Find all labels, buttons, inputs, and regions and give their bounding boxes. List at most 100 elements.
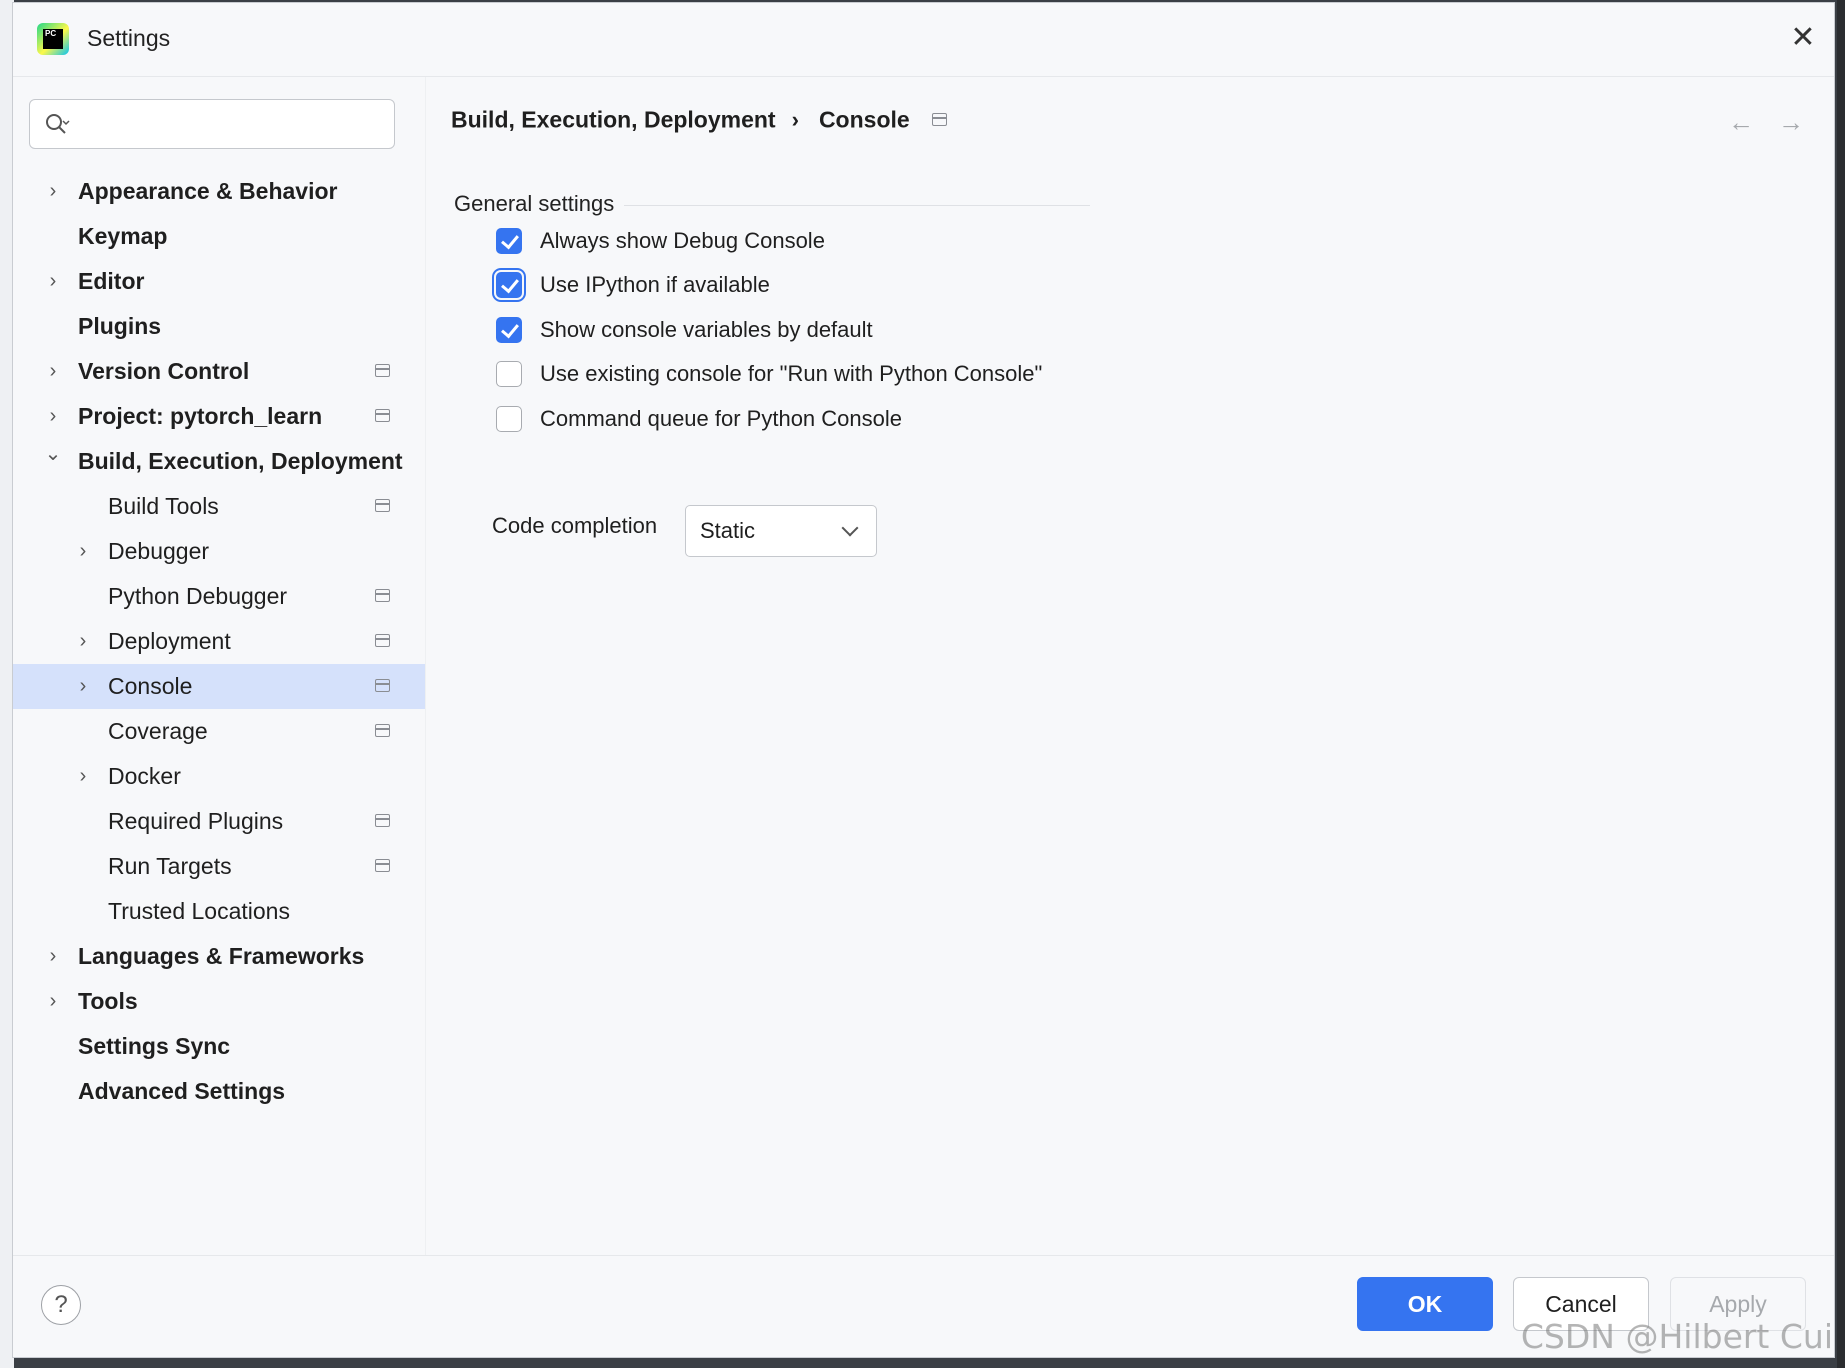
project-scope-icon — [931, 113, 947, 127]
tree-item[interactable]: › Docker — [13, 754, 425, 799]
tree-item-label: Docker — [108, 763, 181, 789]
tree-item[interactable]: Advanced Settings — [13, 1069, 425, 1114]
general-settings-title: General settings — [454, 191, 625, 217]
settings-sidebar: › Appearance & Behavior Keymap › Editor Plugi… — [13, 77, 425, 1255]
option-label[interactable]: Always show Debug Console — [540, 223, 825, 259]
code-completion-label: Code completion — [492, 513, 658, 538]
tree-item[interactable]: › Editor — [13, 259, 425, 304]
tree-item[interactable]: Build Tools — [13, 484, 425, 529]
breadcrumb-separator: › — [791, 106, 799, 132]
search-icon — [46, 114, 70, 134]
tree-item[interactable]: Run Targets — [13, 844, 425, 889]
tree-item[interactable]: › Debugger — [13, 529, 425, 574]
tree-item-label: Keymap — [78, 223, 168, 249]
chevron-right-icon[interactable]: › — [43, 394, 63, 439]
checkbox-checked[interactable] — [496, 317, 522, 343]
project-scope-icon — [375, 724, 390, 737]
tree-item-label: Project: pytorch_learn — [78, 403, 323, 429]
tree-item[interactable]: › Version Control — [13, 349, 425, 394]
chevron-down-icon — [841, 519, 859, 537]
tree-item-label: Run Targets — [108, 853, 232, 879]
project-scope-icon — [375, 814, 390, 827]
tree-item-label: Appearance & Behavior — [78, 178, 338, 204]
settings-tree: › Appearance & Behavior Keymap › Editor Plugi… — [13, 169, 425, 1114]
watermark-text: CSDN @Hilbert Cui — [1520, 1317, 1833, 1356]
option-label[interactable]: Use existing console for "Run with Pytho… — [540, 356, 1042, 392]
tree-item[interactable]: › Tools — [13, 979, 425, 1024]
tree-item-label: Deployment — [108, 628, 231, 654]
tree-item-label: Build Tools — [108, 493, 219, 519]
breadcrumb: Build, Execution, Deployment › Console — [451, 105, 947, 133]
help-icon[interactable]: ? — [41, 1285, 81, 1325]
chevron-right-icon[interactable]: › — [43, 349, 63, 394]
tree-item-label: Python Debugger — [108, 583, 288, 609]
project-scope-icon — [375, 634, 390, 647]
chevron-right-icon[interactable]: › — [43, 979, 63, 1024]
tree-item-label: Plugins — [78, 313, 162, 339]
settings-dialog: PC Settings ✕ › Appearance & Behavior Keym… — [12, 2, 1835, 1358]
tree-item[interactable]: Required Plugins — [13, 799, 425, 844]
search-field[interactable] — [29, 99, 395, 149]
breadcrumb-current: Console — [818, 106, 910, 133]
tree-item[interactable]: ⌄ Build, Execution, Deployment — [13, 439, 425, 484]
tree-item-label: Languages & Frameworks — [78, 943, 365, 969]
tree-item-label: Coverage — [108, 718, 208, 744]
tree-item[interactable]: › Project: pytorch_learn — [13, 394, 425, 439]
chevron-right-icon[interactable]: › — [73, 664, 93, 709]
checkbox-unchecked[interactable] — [496, 406, 522, 432]
background-ide-strip-right — [1837, 0, 1845, 1368]
breadcrumb-parent[interactable]: Build, Execution, Deployment — [451, 106, 776, 132]
project-scope-icon — [375, 499, 390, 512]
tree-item-label: Debugger — [108, 538, 210, 564]
tree-item-label: Advanced Settings — [78, 1078, 286, 1104]
tree-item[interactable]: Keymap — [13, 214, 425, 259]
project-scope-icon — [375, 679, 390, 692]
chevron-right-icon[interactable]: › — [43, 169, 63, 214]
tree-item[interactable]: › Deployment — [13, 619, 425, 664]
tree-item[interactable]: Settings Sync — [13, 1024, 425, 1069]
project-scope-icon — [375, 589, 390, 602]
project-scope-icon — [375, 409, 390, 422]
project-scope-icon — [375, 364, 390, 377]
code-completion-select[interactable]: Static — [685, 505, 877, 557]
tree-item-label: Settings Sync — [78, 1033, 231, 1059]
tree-item[interactable]: › Console — [13, 664, 425, 709]
tree-item[interactable]: Python Debugger — [13, 574, 425, 619]
project-scope-icon — [375, 859, 390, 872]
ok-button[interactable]: OK — [1357, 1277, 1493, 1331]
chevron-right-icon[interactable]: › — [43, 934, 63, 979]
pycharm-logo-icon: PC — [37, 23, 69, 55]
tree-item-label: Version Control — [78, 358, 250, 384]
tree-item[interactable]: Trusted Locations — [13, 889, 425, 934]
close-icon[interactable]: ✕ — [1786, 21, 1820, 55]
tree-item-label: Tools — [78, 988, 138, 1014]
tree-item-label: Trusted Locations — [108, 898, 290, 924]
tree-item-label: Editor — [78, 268, 145, 294]
settings-content: Build, Execution, Deployment › Console ← →… — [426, 77, 1834, 1255]
chevron-right-icon[interactable]: › — [43, 259, 63, 304]
tree-item-label: Build, Execution, Deployment — [78, 448, 403, 474]
footer-divider — [13, 1255, 1834, 1256]
checkbox-checked[interactable] — [496, 228, 522, 254]
title-bar: PC Settings ✕ — [13, 3, 1834, 75]
arrow-right-icon[interactable]: → — [1778, 107, 1804, 138]
search-input[interactable] — [82, 108, 386, 142]
chevron-right-icon[interactable]: › — [73, 754, 93, 799]
chevron-right-icon[interactable]: › — [73, 529, 93, 574]
tree-item[interactable]: Coverage — [13, 709, 425, 754]
checkbox-unchecked[interactable] — [496, 361, 522, 387]
option-label[interactable]: Show console variables by default — [540, 312, 873, 348]
checkbox-checked[interactable] — [496, 272, 522, 298]
tree-item[interactable]: › Languages & Frameworks — [13, 934, 425, 979]
tree-item[interactable]: › Appearance & Behavior — [13, 169, 425, 214]
option-label[interactable]: Use IPython if available — [540, 267, 770, 303]
tree-item-label: Required Plugins — [108, 808, 284, 834]
chevron-down-icon[interactable]: ⌄ — [43, 439, 63, 484]
arrow-left-icon[interactable]: ← — [1728, 107, 1754, 138]
chevron-right-icon[interactable]: › — [73, 619, 93, 664]
app-logo-text: PC — [43, 29, 63, 49]
tree-item[interactable]: Plugins — [13, 304, 425, 349]
option-label[interactable]: Command queue for Python Console — [540, 401, 902, 437]
code-completion-value: Static — [700, 518, 756, 543]
tree-item-label: Console — [108, 673, 193, 699]
